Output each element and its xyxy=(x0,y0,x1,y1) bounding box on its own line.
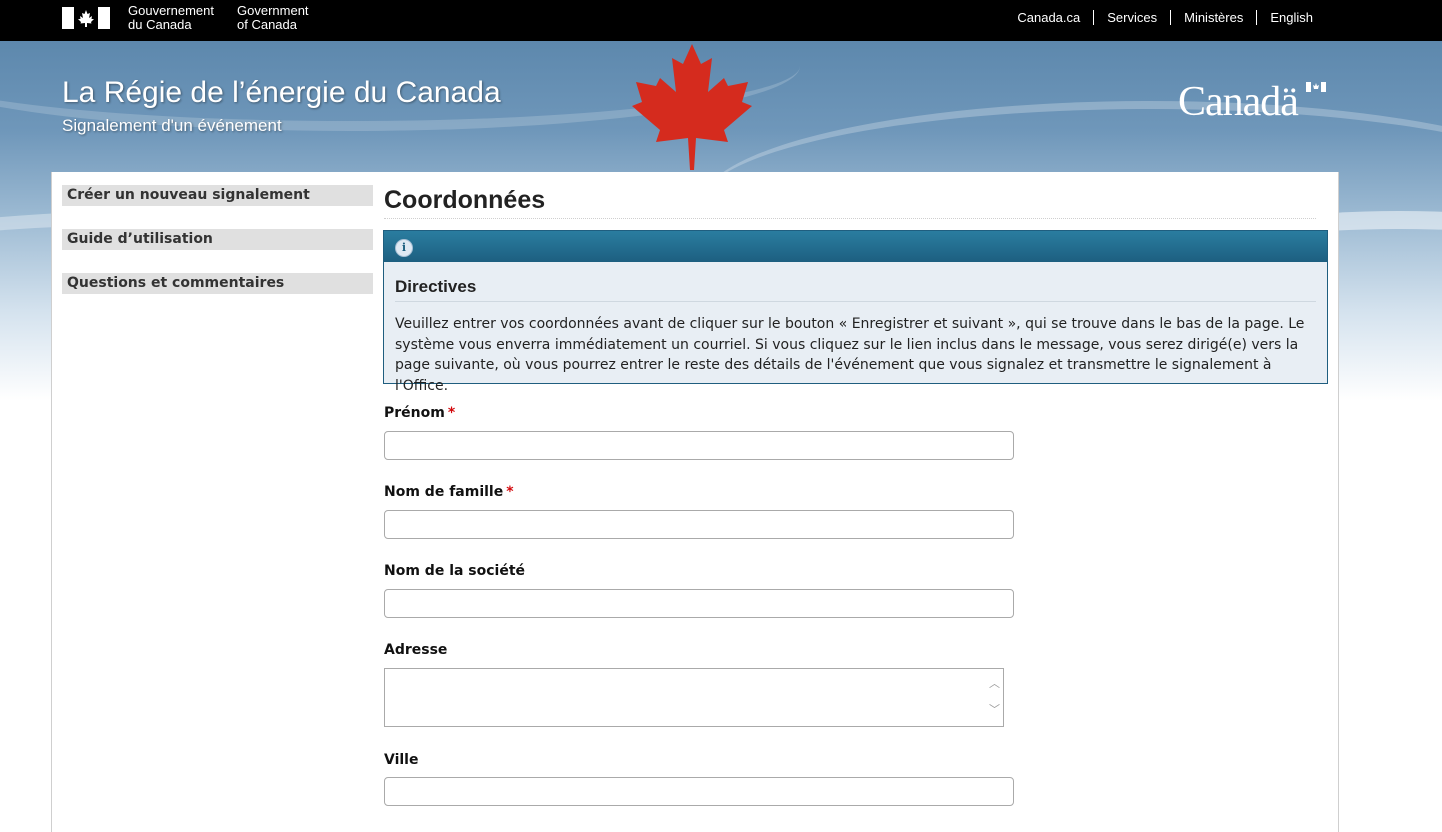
textarea-scrollbar[interactable]: ︿ ﹀ xyxy=(985,669,1003,726)
link-services[interactable]: Services xyxy=(1093,10,1170,25)
info-icon: i xyxy=(395,239,413,257)
canada-flag-icon xyxy=(62,7,110,29)
alert-title: Directives xyxy=(395,277,477,296)
label-prenom-text: Prénom xyxy=(384,405,445,421)
required-marker: * xyxy=(447,405,456,421)
signature-fr-line2: du Canada xyxy=(128,17,192,32)
chevron-up-icon[interactable]: ︿ xyxy=(989,675,1000,691)
label-adresse: Adresse xyxy=(384,642,447,658)
page-title: Coordonnées xyxy=(384,186,546,214)
signature-en-line2: of Canada xyxy=(237,17,297,32)
gc-nav-links: Canada.ca Services Ministères English xyxy=(1004,10,1326,25)
label-adresse-text: Adresse xyxy=(384,642,448,658)
alert-header: i xyxy=(384,231,1327,262)
link-canada-ca[interactable]: Canada.ca xyxy=(1004,10,1093,25)
societe-input[interactable] xyxy=(384,589,1014,618)
link-ministeres[interactable]: Ministères xyxy=(1170,10,1256,25)
link-english[interactable]: English xyxy=(1256,10,1326,25)
label-ville: Ville xyxy=(384,752,418,768)
ville-input[interactable] xyxy=(384,777,1014,806)
label-ville-text: Ville xyxy=(384,752,419,768)
signature-fr-line1: Gouvernement xyxy=(128,3,214,18)
site-subtitle: Signalement d'un événement xyxy=(62,116,282,135)
canada-wordmark: Canadä xyxy=(1178,79,1299,125)
prenom-input[interactable] xyxy=(384,431,1014,460)
signature-en-line1: Government xyxy=(237,3,309,18)
label-societe-text: Nom de la société xyxy=(384,563,526,579)
sidenav-item-guide[interactable]: Guide d’utilisation xyxy=(62,229,373,250)
gc-top-bar: Gouvernement du Canada Government of Can… xyxy=(0,0,1442,41)
chevron-down-icon[interactable]: ﹀ xyxy=(989,701,1000,717)
site-title[interactable]: La Régie de l’énergie du Canada xyxy=(62,76,501,110)
label-nom-famille-text: Nom de famille xyxy=(384,484,504,500)
gc-signature-en: Government of Canada xyxy=(237,4,309,32)
maple-leaf-icon xyxy=(632,44,752,170)
adresse-textarea[interactable]: ︿ ﹀ xyxy=(384,668,1004,727)
label-nom-famille: Nom de famille * xyxy=(384,484,514,500)
label-prenom: Prénom * xyxy=(384,405,455,421)
label-societe: Nom de la société xyxy=(384,563,525,579)
sidenav-item-nouveau-signalement[interactable]: Créer un nouveau signalement xyxy=(62,185,373,206)
alert-divider xyxy=(395,301,1316,302)
side-navigation: Créer un nouveau signalement Guide d’uti… xyxy=(62,185,373,317)
gc-signature-fr: Gouvernement du Canada xyxy=(128,4,214,32)
nom-famille-input[interactable] xyxy=(384,510,1014,539)
directives-alert: i Directives Veuillez entrer vos coordon… xyxy=(383,230,1328,394)
alert-text: Veuillez entrer vos coordonnées avant de… xyxy=(395,316,1305,394)
sidenav-item-questions[interactable]: Questions et commentaires xyxy=(62,273,373,294)
title-divider xyxy=(384,218,1316,219)
wordmark-flag-icon xyxy=(1306,82,1326,92)
required-marker: * xyxy=(506,484,514,500)
